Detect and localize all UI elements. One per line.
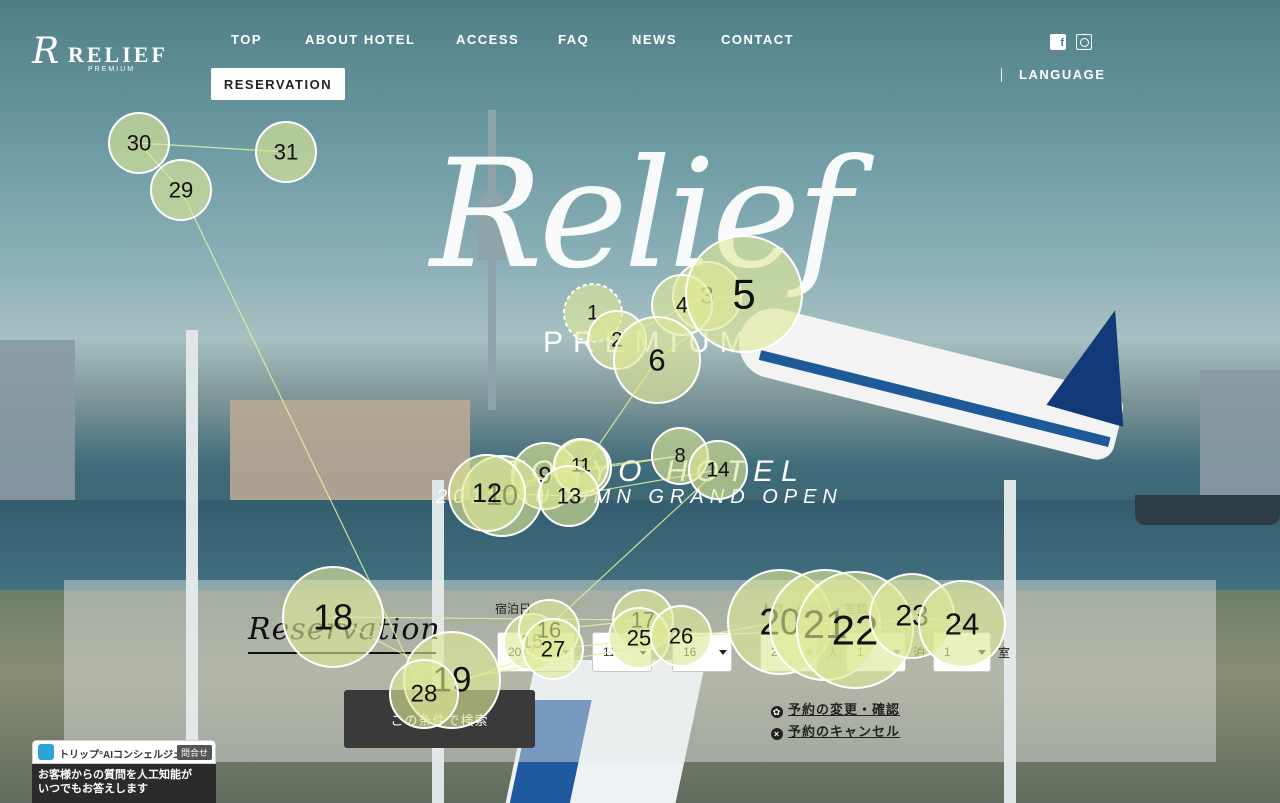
checkin-label: 宿泊日	[495, 602, 532, 616]
chat-header: トリップ°AIコンシェルジュ 問合せ	[32, 740, 216, 764]
close-icon: ×	[771, 728, 783, 740]
logo-mark: R	[32, 31, 60, 72]
rooms-value: 1	[944, 645, 951, 659]
cancel-reservation-link[interactable]: × 予約のキャンセル	[771, 721, 900, 740]
chat-title: トリップ°AIコンシェルジュ	[59, 750, 183, 761]
social-links: f	[1050, 34, 1092, 50]
robot-icon	[38, 744, 54, 760]
search-button[interactable]: この条件で検索	[344, 690, 535, 748]
rooms-select[interactable]: 1	[933, 632, 991, 672]
airplane-tail	[1046, 299, 1154, 427]
nights-value: 1	[857, 645, 864, 659]
people-select[interactable]: 2	[760, 632, 818, 672]
reservation-title: Reservation	[248, 612, 441, 647]
nights-select[interactable]: 1	[846, 632, 906, 672]
chevron-down-icon	[805, 650, 813, 655]
day-select[interactable]: 16	[672, 632, 732, 672]
hero-tagline: TOKYO HOTEL	[505, 455, 806, 488]
building	[1200, 370, 1280, 500]
hero-open-date: 2017 AUTUMN GRAND OPEN	[436, 486, 843, 508]
year-select[interactable]: 2017	[497, 632, 575, 672]
building	[0, 340, 75, 500]
day-value: 16	[683, 645, 697, 659]
guests-label: 人数・宿泊数・室数	[760, 602, 869, 616]
ai-concierge-widget[interactable]: トリップ°AIコンシェルジュ 問合せ お客様からの質問を人工知能が いつでもお答…	[32, 740, 216, 803]
people-value: 2	[771, 645, 778, 659]
chevron-down-icon	[562, 650, 570, 655]
nav-item-faq[interactable]: FAQ	[558, 32, 589, 47]
chat-line-1: お客様からの質問を人工知能が	[38, 769, 192, 781]
hero-logo-script: Relief	[430, 128, 852, 302]
nav-item-news[interactable]: NEWS	[632, 32, 677, 47]
chevron-down-icon	[719, 650, 727, 655]
brand-logo[interactable]: R RELIEF PREMIUM	[32, 31, 165, 76]
chevron-down-icon	[978, 650, 986, 655]
nav-item-access[interactable]: ACCESS	[456, 32, 519, 47]
nav-item-about-hotel[interactable]: ABOUT HOTEL	[305, 32, 415, 47]
change-reservation-link[interactable]: ✿ 予約の変更・確認	[771, 699, 900, 718]
chevron-down-icon	[893, 650, 901, 655]
instagram-icon[interactable]	[1076, 34, 1092, 50]
change-reservation-label: 予約の変更・確認	[788, 702, 901, 717]
chevron-down-icon	[639, 650, 647, 655]
people-unit: 人	[827, 646, 840, 660]
chat-inquiry-badge[interactable]: 問合せ	[176, 745, 212, 760]
reservation-button[interactable]: RESERVATION	[211, 68, 345, 100]
month-select[interactable]: 11	[592, 632, 652, 672]
nav-item-top[interactable]: TOP	[231, 32, 262, 47]
chat-message: お客様からの質問を人工知能が いつでもお答えします	[38, 768, 192, 796]
ship	[1135, 495, 1280, 525]
year-value: 2017	[508, 645, 535, 659]
nights-unit: 泊	[913, 646, 926, 660]
facebook-icon[interactable]: f	[1050, 34, 1066, 50]
logo-subtitle: PREMIUM	[88, 66, 136, 73]
reservation-title-underline	[248, 652, 436, 654]
chat-line-2: いつでもお答えします	[38, 783, 148, 795]
language-selector[interactable]: LANGUAGE	[1019, 67, 1105, 82]
nav-item-contact[interactable]: CONTACT	[721, 32, 794, 47]
hero-premium: PREMIUM	[543, 326, 755, 359]
cancel-reservation-label: 予約のキャンセル	[788, 724, 901, 739]
rooms-unit: 室	[998, 646, 1011, 660]
language-divider	[1001, 68, 1002, 82]
month-value: 11	[603, 645, 616, 659]
gear-icon: ✿	[771, 706, 783, 718]
logo-wordmark: RELIEF	[68, 42, 168, 67]
